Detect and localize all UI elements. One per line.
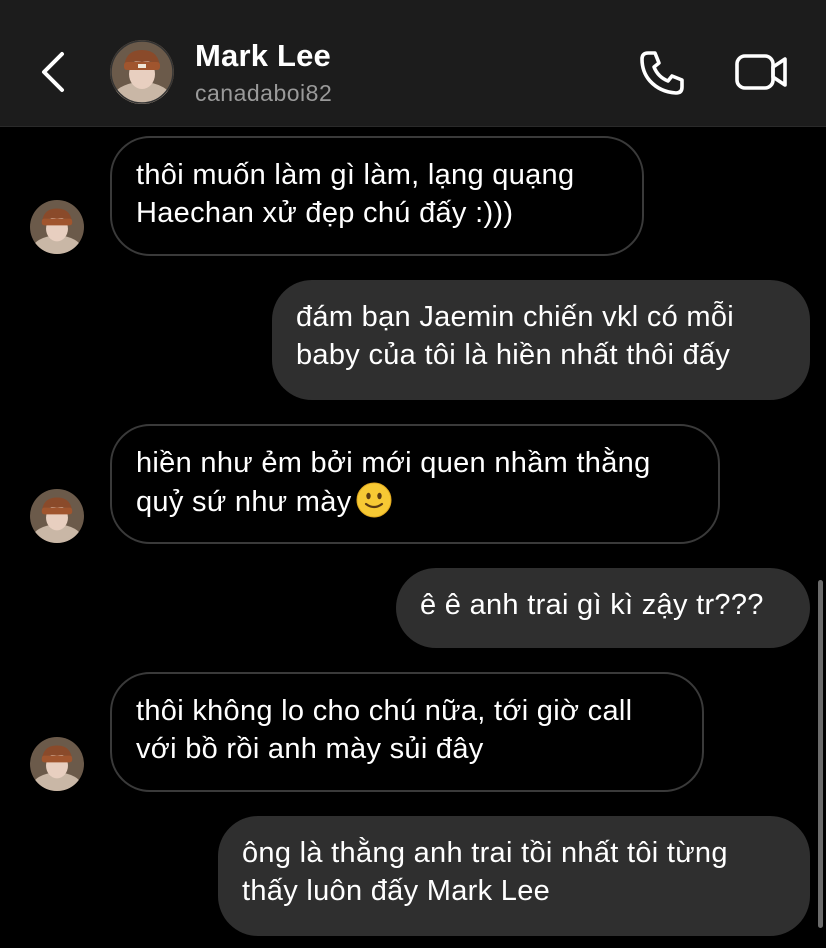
message-bubble-incoming[interactable]: hiền như ẻm bởi mới quen nhầm thằng quỷ … [110, 424, 720, 544]
video-call-button[interactable] [733, 48, 791, 96]
message-text: baby của tôi là hiền nhất thôi đấy [296, 339, 731, 371]
chevron-left-icon [42, 52, 64, 92]
message-text: quỷ sứ như mày [136, 486, 352, 518]
message-text: hiền như ẻm bởi mới quen nhầm thằng [136, 447, 651, 479]
avatar-image [110, 40, 174, 104]
audio-call-button[interactable] [636, 48, 688, 98]
message-bubble-outgoing[interactable]: đám bạn Jaemin chiến vkl có mỗi baby của… [272, 280, 810, 400]
chat-header: Mark Lee canadaboi82 [0, 0, 826, 127]
message-bubble-outgoing[interactable]: ê ê anh trai gì kì zậy tr??? [396, 568, 810, 648]
message-bubble-incoming[interactable]: thôi không lo cho chú nữa, tới giờ call … [110, 672, 704, 792]
back-button[interactable] [34, 50, 74, 94]
message-text: ê ê anh trai gì kì zậy tr??? [420, 589, 764, 621]
avatar-image [30, 200, 84, 254]
contact-avatar-small[interactable] [30, 737, 84, 791]
message-text: ông là thằng anh trai tồi nhất tôi từng [242, 837, 728, 869]
message-bubble-outgoing[interactable]: ông là thằng anh trai tồi nhất tôi từng … [218, 816, 810, 936]
contact-username[interactable]: canadaboi82 [195, 80, 332, 107]
message-text: với bồ rồi anh mày sủi đây [136, 733, 484, 765]
message-bubble-incoming[interactable]: thôi muốn làm gì làm, lạng quạng Haechan… [110, 136, 644, 256]
contact-avatar-small[interactable] [30, 200, 84, 254]
contact-avatar-small[interactable] [30, 489, 84, 543]
contact-avatar[interactable] [110, 40, 174, 104]
message-text: đám bạn Jaemin chiến vkl có mỗi [296, 301, 735, 333]
slightly-smiling-face-emoji [356, 482, 391, 518]
message-text: Haechan xử đẹp chú đấy :))) [136, 197, 514, 229]
message-text: thấy luôn đấy Mark Lee [242, 875, 551, 907]
video-camera-icon [735, 54, 787, 90]
scrollbar[interactable] [818, 580, 823, 928]
message-text: thôi muốn làm gì làm, lạng quạng [136, 159, 575, 191]
avatar-image [30, 489, 84, 543]
avatar-image [30, 737, 84, 791]
message-text-line: quỷ sứ như mày [136, 482, 694, 521]
message-text: thôi không lo cho chú nữa, tới giờ call [136, 695, 633, 727]
phone-icon [640, 51, 684, 95]
contact-name[interactable]: Mark Lee [195, 38, 331, 74]
